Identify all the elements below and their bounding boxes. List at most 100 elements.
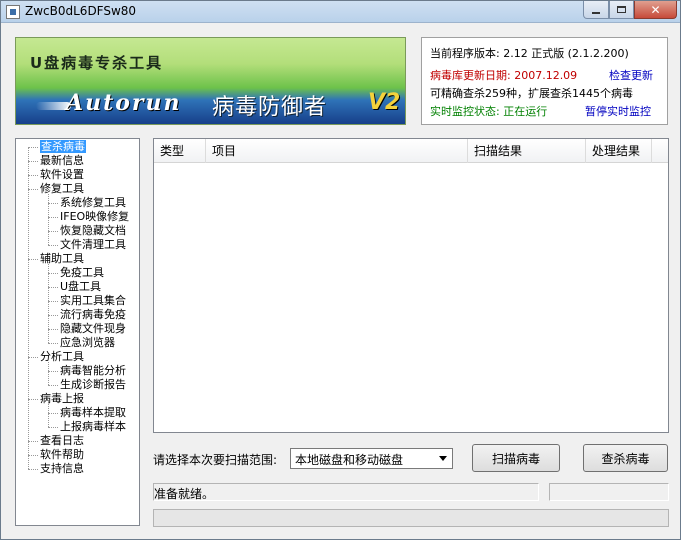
tree-item-label: U盘工具 [60,280,102,293]
tree-item-label: 软件设置 [40,168,84,181]
tree-item[interactable]: IFEO映像修复 [60,210,129,224]
chevron-down-icon [439,456,447,461]
column-type[interactable]: 类型 [154,139,206,163]
tree-item-label: 病毒样本提取 [60,406,126,419]
tree-item[interactable]: U盘工具 [60,280,101,294]
banner-subtitle: 病毒防御者 [212,95,328,120]
banner-title: U盘病毒专杀工具 [30,54,164,72]
virus-db-date: 病毒库更新日期: 2007.12.09 [430,69,578,82]
tree-connector [28,441,38,442]
tree-item-label: 生成诊断报告 [60,378,126,391]
tree-item[interactable]: 查杀病毒 [40,140,86,154]
progress-bar [153,509,669,527]
banner-logo: U盘病毒专杀工具 Autorun 病毒防御者 V2 [15,37,406,125]
maximize-button[interactable] [609,1,634,19]
tree-connector [48,273,58,274]
tree-item[interactable]: 免疫工具 [60,266,104,280]
tree-item[interactable]: 上报病毒样本 [60,420,126,434]
tree-item-label: 分析工具 [40,350,84,363]
tree-connector [28,147,29,469]
tree-connector [48,371,58,372]
scan-scope-select[interactable]: 本地磁盘和移动磁盘 [290,448,453,469]
tree-item[interactable]: 修复工具 [40,182,84,196]
tree-connector [48,231,58,232]
kill-virus-button[interactable]: 查杀病毒 [583,444,668,472]
tree-item[interactable]: 流行病毒免疫 [60,308,126,322]
tree-item-label: 病毒上报 [40,392,84,405]
title-bar[interactable]: ZwcB0dL6DFSw80 ✕ [1,1,680,23]
tree-connector [48,329,58,330]
tree-item-label: 文件清理工具 [60,238,126,251]
column-scan-result[interactable]: 扫描结果 [468,139,586,163]
close-button[interactable]: ✕ [634,1,677,19]
tree-connector [28,455,38,456]
tree-item-label: 修复工具 [40,182,84,195]
tree-connector [28,147,38,148]
tree-connector [48,385,58,386]
window-title: ZwcB0dL6DFSw80 [25,4,137,18]
tree-connector [48,301,58,302]
scan-scope-label: 请选择本次要扫描范围: [153,453,278,467]
tree-connector [48,264,49,343]
tree-item[interactable]: 生成诊断报告 [60,378,126,392]
tree-connector [28,161,38,162]
tree-connector [48,413,58,414]
tree-connector [48,404,49,427]
tree-item[interactable]: 最新信息 [40,154,84,168]
tree-item[interactable]: 支持信息 [40,462,84,476]
tree-item-label: 应急浏览器 [60,336,115,349]
tree-item[interactable]: 恢复隐藏文档 [60,224,126,238]
tree-item-label: 流行病毒免疫 [60,308,126,321]
tree-item[interactable]: 软件帮助 [40,448,84,462]
tree-item[interactable]: 查看日志 [40,434,84,448]
tree-item-label: 隐藏文件现身 [60,322,126,335]
tree-connector [48,194,49,245]
tree-item-label: IFEO映像修复 [60,210,130,223]
scan-virus-button[interactable]: 扫描病毒 [472,444,560,472]
version-badge: V2 [368,90,401,115]
tree-item[interactable]: 软件设置 [40,168,84,182]
tree-connector [28,175,38,176]
status-bar: 准备就绪。 [153,483,539,501]
tree-item[interactable]: 系统修复工具 [60,196,126,210]
tree-item[interactable]: 辅助工具 [40,252,84,266]
minimize-icon [592,11,600,14]
tree-item[interactable]: 病毒样本提取 [60,406,126,420]
maximize-icon [617,6,626,13]
scan-scope-value: 本地磁盘和移动磁盘 [295,453,404,467]
tree-item[interactable]: 分析工具 [40,350,84,364]
app-icon[interactable] [6,5,20,19]
navigation-tree[interactable]: 查杀病毒 最新信息 软件设置 修复工具 系统修复工具 IFEO映像修复 恢复隐藏文档 文件清理… [15,138,140,526]
tree-item-label: 上报病毒样本 [60,420,126,433]
column-item[interactable]: 项目 [206,139,468,163]
tree-item[interactable]: 实用工具集合 [60,294,126,308]
tree-connector [28,189,38,190]
tree-item-label: 最新信息 [40,154,84,167]
tree-item[interactable]: 病毒智能分析 [60,364,126,378]
tree-connector [28,469,38,470]
pause-monitor-link[interactable]: 暂停实时监控 [585,103,651,119]
tree-item-label: 查看日志 [40,434,84,447]
check-update-link[interactable]: 检查更新 [609,67,653,83]
tree-item[interactable]: 病毒上报 [40,392,84,406]
tree-item-label: 病毒智能分析 [60,364,126,377]
tree-item-label: 支持信息 [40,462,84,475]
tree-connector [48,217,58,218]
tree-connector [48,362,49,385]
close-icon: ✕ [650,2,661,17]
banner-brand: Autorun [66,90,182,116]
tree-item[interactable]: 应急浏览器 [60,336,115,350]
tree-connector [48,315,58,316]
tree-item-label: 系统修复工具 [60,196,126,209]
tree-connector [28,399,38,400]
column-action-result[interactable]: 处理结果 [586,139,652,163]
info-panel: 当前程序版本: 2.12 正式版 (2.1.2.200) 病毒库更新日期: 20… [421,37,668,125]
monitor-status: 实时监控状态: 正在运行 [430,105,548,118]
tree-connector [48,287,58,288]
minimize-button[interactable] [583,1,609,19]
main-window: ZwcB0dL6DFSw80 ✕ U盘病毒专杀工具 Autorun 病毒防御者 … [0,0,681,540]
tree-item[interactable]: 隐藏文件现身 [60,322,126,336]
scan-results-list[interactable]: 类型 项目 扫描结果 处理结果 [153,138,669,433]
tree-item[interactable]: 文件清理工具 [60,238,126,252]
tree-item-label: 实用工具集合 [60,294,126,307]
